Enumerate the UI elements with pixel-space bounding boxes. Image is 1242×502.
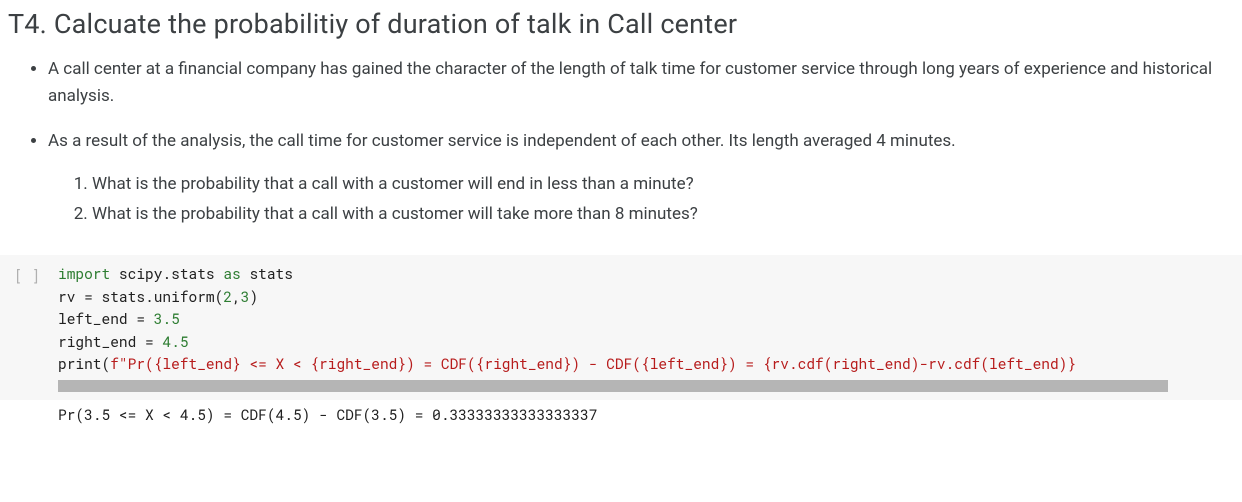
question-item: What is the probability that a call with…: [92, 170, 1222, 199]
question-list: What is the probability that a call with…: [48, 170, 1222, 230]
code-cell[interactable]: [ ] import scipy.stats as stats rv = sta…: [0, 255, 1242, 399]
code-line: left_end = 3.5: [58, 308, 1234, 330]
code-line: rv = stats.uniform(2,3): [58, 286, 1234, 308]
code-text: rv = stats.uniform(: [58, 287, 223, 306]
question-item: What is the probability that a call with…: [92, 200, 1222, 229]
code-body[interactable]: import scipy.stats as stats rv = stats.u…: [58, 263, 1242, 399]
number-literal: 3.5: [154, 309, 180, 328]
lparen: (: [102, 354, 111, 373]
execution-prompt: [ ]: [0, 263, 58, 399]
section-heading: T4. Calcuate the probabilitiy of duratio…: [0, 0, 1242, 56]
alias-name: stats: [241, 264, 293, 283]
code-line: import scipy.stats as stats: [58, 263, 1234, 285]
bullet-list: A call center at a financial company has…: [0, 56, 1242, 229]
code-line: print(f"Pr({left_end} <= X < {right_end}…: [58, 353, 1234, 375]
horizontal-scrollbar[interactable]: [58, 380, 1168, 392]
code-text: left_end =: [58, 309, 154, 328]
fstring-literal: f"Pr({left_end} <= X < {right_end}) = CD…: [110, 354, 1076, 373]
keyword-as: as: [223, 264, 240, 283]
bullet-item: As a result of the analysis, the call ti…: [48, 128, 1242, 229]
bullet-item: A call center at a financial company has…: [48, 56, 1242, 110]
rparen: ): [249, 287, 258, 306]
cell-output: Pr(3.5 <= X < 4.5) = CDF(4.5) - CDF(3.5)…: [0, 400, 1242, 432]
number-literal: 2: [223, 287, 232, 306]
builtin-print: print: [58, 354, 102, 373]
comma: ,: [232, 287, 241, 306]
bullet-text: As a result of the analysis, the call ti…: [48, 131, 956, 151]
code-text: right_end =: [58, 332, 162, 351]
number-literal: 4.5: [162, 332, 188, 351]
module-name: scipy.stats: [110, 264, 223, 283]
code-line: right_end = 4.5: [58, 331, 1234, 353]
keyword-import: import: [58, 264, 110, 283]
